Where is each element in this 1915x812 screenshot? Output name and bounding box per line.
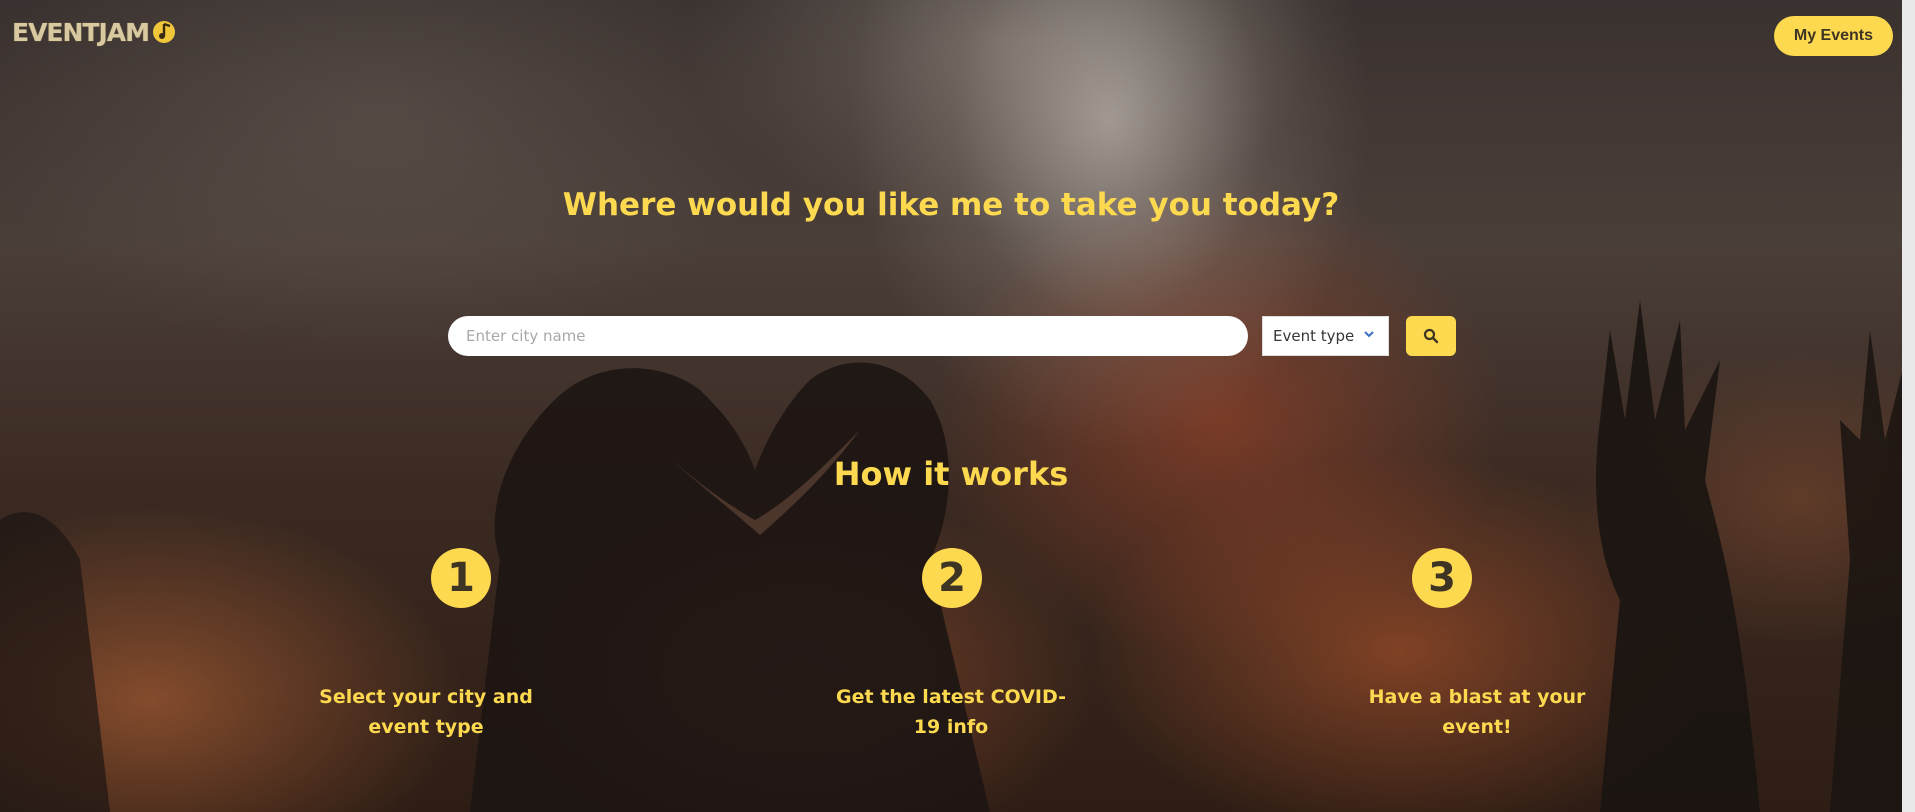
landing-page: EVENTJAM My Events Where would you like … — [0, 0, 1915, 812]
city-search-input[interactable] — [448, 316, 1248, 356]
my-events-button[interactable]: My Events — [1773, 16, 1893, 56]
logo-text: EVENTJAM — [12, 18, 150, 47]
scrollbar[interactable] — [1902, 0, 1915, 812]
event-type-label: Event type — [1273, 327, 1355, 345]
hero-headline: Where would you like me to take you toda… — [562, 187, 1340, 223]
step-3-text: Have a blast at your event! — [1368, 686, 1586, 738]
search-icon — [1423, 328, 1439, 344]
eventjam-logo[interactable]: EVENTJAM — [12, 18, 177, 47]
globe-music-icon — [153, 20, 176, 43]
step-1-number: 1 — [431, 548, 491, 608]
step-2-number: 2 — [922, 548, 982, 608]
step-1-text: Select your city and event type — [319, 686, 533, 738]
how-it-works-title: How it works — [833, 455, 1069, 493]
step-3-number: 3 — [1412, 548, 1472, 608]
event-type-dropdown[interactable]: Event type — [1262, 316, 1389, 356]
search-button[interactable] — [1406, 316, 1456, 356]
top-header: EVENTJAM My Events — [0, 0, 1915, 72]
step-2-text: Get the latest COVID-19 info — [836, 686, 1066, 738]
chevron-down-icon — [1364, 331, 1374, 338]
